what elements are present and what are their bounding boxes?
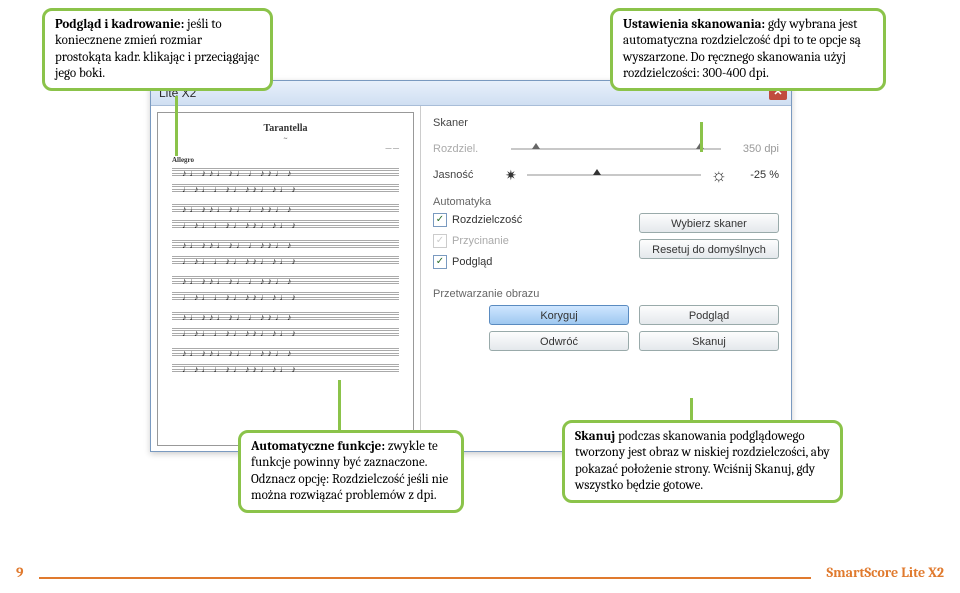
controls-pane: Skaner Rozdziel. 350 dpi Jasność ✷ ☼ -25… <box>421 106 791 452</box>
footer-rule <box>39 577 810 579</box>
sun-small-icon: ✷ <box>505 167 517 184</box>
sheet-title: Tarantella <box>172 123 399 134</box>
auto-checks: ✓ Rozdzielczość ✓ Przycinanie ✓ Podgląd <box>433 213 629 276</box>
page-number: 9 <box>0 564 39 581</box>
preview-pane: Tarantella ~ — — Allegro ♪♩♪♪♩♪♩♩♪♪♩♪♩♪♩… <box>151 106 421 452</box>
scan-button[interactable]: Skanuj <box>639 331 779 351</box>
checkbox-icon: ✓ <box>433 255 447 269</box>
scan-dialog: Lite X2 ✕ Tarantella ~ — — Allegro ♪♩♪♪♩… <box>150 80 792 452</box>
product-name: SmartScore Lite X2 <box>811 564 960 581</box>
label-jasnosc: Jasność <box>433 169 503 181</box>
sheet-tempo: Allegro <box>172 156 399 164</box>
check-podglad[interactable]: ✓ Podgląd <box>433 255 629 269</box>
callout-title: Automatyczne funkcje: <box>251 439 385 454</box>
callout-title: Ustawienia skanowania: <box>623 17 765 32</box>
brightness-slider[interactable] <box>527 174 701 176</box>
reset-defaults-button[interactable]: Resetuj do domyślnych <box>639 239 779 259</box>
check-rozdzielczosc[interactable]: ✓ Rozdzielczość <box>433 213 629 227</box>
label-przetwarzanie: Przetwarzanie obrazu <box>433 288 779 300</box>
check-label: Podgląd <box>452 256 492 268</box>
callout-title: Podgląd i kadrowanie: <box>55 17 184 32</box>
check-label: Przycinanie <box>452 235 509 247</box>
checkbox-icon: ✓ <box>433 213 447 227</box>
sheet-subtitle: ~ <box>172 135 399 143</box>
callout-title: Skanuj <box>575 429 615 444</box>
label-skaner: Skaner <box>433 117 503 129</box>
preview-button[interactable]: Podgląd <box>639 305 779 325</box>
page-footer: 9 SmartScore Lite X2 <box>0 564 960 581</box>
label-rozdziel: Rozdziel. <box>433 143 503 155</box>
resolution-value: 350 dpi <box>729 143 779 155</box>
resolution-slider[interactable] <box>511 148 721 150</box>
callout-scan: Skanuj podczas skanowania podglądowego t… <box>562 420 843 503</box>
connector <box>690 398 693 420</box>
invert-button[interactable]: Odwróć <box>489 331 629 351</box>
sun-big-icon: ☼ <box>711 165 728 186</box>
checkbox-icon: ✓ <box>433 234 447 248</box>
correct-button[interactable]: Koryguj <box>489 305 629 325</box>
select-scanner-button[interactable]: Wybierz skaner <box>639 213 779 233</box>
preview-sheet[interactable]: Tarantella ~ — — Allegro ♪♩♪♪♩♪♩♩♪♪♩♪♩♪♩… <box>157 112 414 446</box>
connector <box>338 380 341 430</box>
label-automatyka: Automatyka <box>433 196 779 208</box>
check-label: Rozdzielczość <box>452 214 522 226</box>
brightness-value: -25 % <box>729 169 779 181</box>
callout-scan-settings: Ustawienia skanowania: gdy wybrana jest … <box>610 8 886 91</box>
connector <box>700 122 703 152</box>
callout-preview-crop: Podgląd i kadrowanie: jeśli to konieczne… <box>42 8 273 91</box>
callout-auto-functions: Automatyczne funkcje: zwykle te funkcje … <box>238 430 464 513</box>
sheet-composer: — — <box>172 146 399 152</box>
check-przycinanie: ✓ Przycinanie <box>433 234 629 248</box>
connector <box>175 96 178 156</box>
